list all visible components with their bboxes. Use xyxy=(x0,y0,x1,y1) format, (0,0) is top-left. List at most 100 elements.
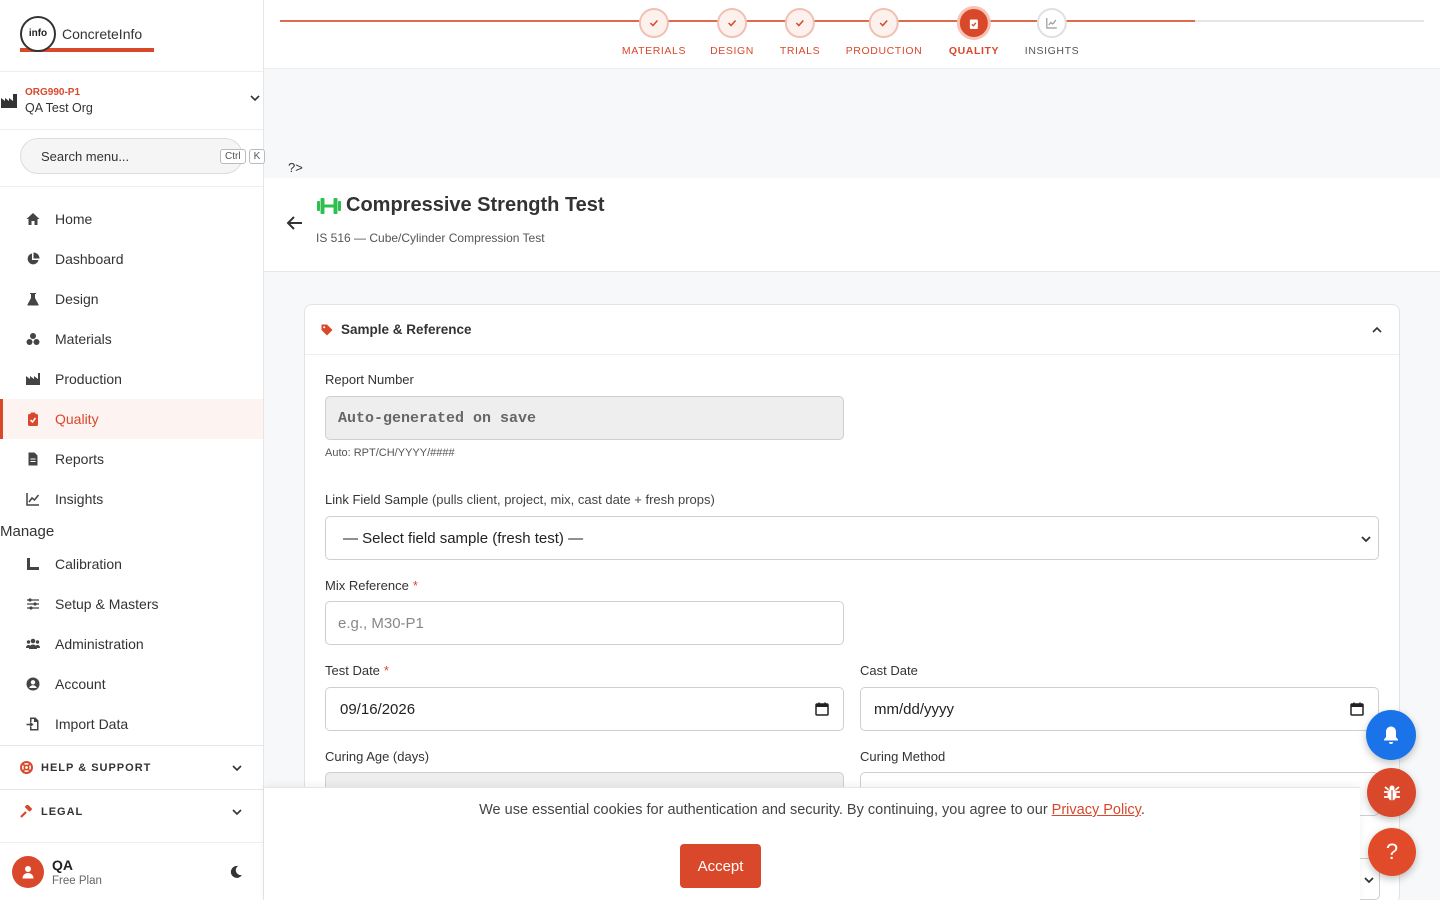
pie-chart-icon xyxy=(27,252,40,265)
chevron-down-icon xyxy=(232,765,242,772)
nav-item-account[interactable]: Account xyxy=(0,664,263,704)
sliders-icon xyxy=(27,598,39,610)
page-title: Compressive Strength Test xyxy=(316,194,605,217)
step-insights[interactable]: INSIGHTS xyxy=(1025,8,1079,57)
mix-reference-label: Mix Reference * xyxy=(325,578,418,593)
notifications-button[interactable] xyxy=(1366,710,1416,760)
boxes-icon xyxy=(26,333,40,345)
link-sample-label: Link Field Sample (pulls client, project… xyxy=(325,492,715,507)
cast-date-input[interactable]: mm/dd/yyyy xyxy=(860,687,1379,731)
back-arrow-icon[interactable] xyxy=(286,214,304,232)
report-number-field: Auto-generated on save xyxy=(325,396,844,440)
nav-item-setup-masters[interactable]: Setup & Masters xyxy=(0,584,263,624)
link-sample-hint: (pulls client, project, mix, cast date +… xyxy=(431,492,715,507)
step-trials[interactable]: TRIALS xyxy=(780,8,820,57)
step-design[interactable]: DESIGN xyxy=(710,8,754,57)
shortcut-key: K xyxy=(248,148,266,164)
sample-reference-header[interactable]: Sample & Reference xyxy=(305,305,1399,355)
help-support-label: HELP & SUPPORT xyxy=(41,761,152,774)
org-switcher[interactable]: ORG990-P1 QA Test Org xyxy=(0,72,263,130)
step-label: QUALITY xyxy=(948,45,1000,57)
page-title-text: Compressive Strength Test xyxy=(346,194,605,216)
avatar xyxy=(12,855,44,888)
cookie-message: We use essential cookies for authenticat… xyxy=(479,802,1052,818)
check-icon xyxy=(785,8,815,38)
check-icon xyxy=(869,8,899,38)
lifebuoy-icon xyxy=(20,761,33,774)
sidebar: info ConcreteInfo ORG990-P1 QA Test Org … xyxy=(0,0,266,900)
nav-label: Account xyxy=(55,676,106,692)
check-icon xyxy=(638,8,669,38)
user-icon xyxy=(22,865,34,878)
nav-item-design[interactable]: Design xyxy=(0,279,263,319)
nav-item-quality[interactable]: Quality xyxy=(0,399,263,439)
test-date-input[interactable]: 09/16/2026 xyxy=(325,687,844,731)
step-quality[interactable]: QUALITY xyxy=(948,6,1000,57)
page-header: Compressive Strength Test IS 516 — Cube/… xyxy=(264,178,1440,272)
user-name: QA xyxy=(52,856,73,873)
search-input[interactable] xyxy=(41,148,217,164)
users-icon xyxy=(26,638,40,649)
accept-cookies-button[interactable]: Accept xyxy=(680,844,761,888)
report-number-label: Report Number xyxy=(325,372,414,387)
nav-label: Insights xyxy=(55,491,104,507)
page-subtitle: IS 516 — Cube/Cylinder Compression Test xyxy=(316,231,545,245)
nav-item-dashboard[interactable]: Dashboard xyxy=(0,239,263,279)
test-date-value: 09/16/2026 xyxy=(340,700,416,718)
privacy-policy-link[interactable]: Privacy Policy xyxy=(1052,802,1141,818)
step-production[interactable]: PRODUCTION xyxy=(846,8,923,57)
gavel-icon xyxy=(20,805,32,818)
user-plan: Free Plan xyxy=(52,874,102,887)
check-icon xyxy=(716,8,747,38)
nav-label: Home xyxy=(55,211,93,227)
logo-mark: info xyxy=(20,15,56,52)
mix-reference-input[interactable]: e.g., M30-P1 xyxy=(325,601,844,645)
search-menu[interactable]: Ctrl K xyxy=(20,138,266,174)
chevron-up-icon[interactable] xyxy=(1371,324,1383,336)
nav-item-production[interactable]: Production xyxy=(0,359,263,399)
flask-icon xyxy=(27,293,39,306)
user-circle-icon xyxy=(26,677,40,691)
nav-item-administration[interactable]: Administration xyxy=(0,624,263,664)
nav-label: Administration xyxy=(55,636,144,652)
nav-item-materials[interactable]: Materials xyxy=(0,319,263,359)
nav-item-reports[interactable]: Reports xyxy=(0,439,263,479)
nav-item-calibration[interactable]: Calibration xyxy=(0,544,263,584)
report-bug-button[interactable] xyxy=(1367,768,1416,817)
line-chart-icon xyxy=(26,493,40,506)
test-date-label-text: Test Date xyxy=(325,663,380,678)
step-label: INSIGHTS xyxy=(1024,45,1080,57)
chevron-down-icon xyxy=(1361,536,1371,543)
step-materials[interactable]: MATERIALS xyxy=(622,8,686,57)
nav-item-import-data[interactable]: Import Data xyxy=(0,704,263,744)
user-profile[interactable]: QA Free Plan xyxy=(0,842,263,900)
help-button[interactable]: ? xyxy=(1368,828,1416,876)
required-mark: * xyxy=(412,578,418,593)
calendar-icon[interactable] xyxy=(815,702,829,716)
home-icon xyxy=(26,213,40,225)
org-name: QA Test Org xyxy=(25,100,93,115)
nav-label: Quality xyxy=(55,411,99,427)
cookie-text: We use essential cookies for authenticat… xyxy=(264,802,1360,818)
field-sample-select[interactable]: — Select field sample (fresh test) — xyxy=(325,516,1379,560)
legal-label: LEGAL xyxy=(41,805,84,818)
nav-item-insights[interactable]: Insights xyxy=(0,479,263,519)
legal-toggle[interactable]: LEGAL xyxy=(0,789,263,833)
moon-icon[interactable] xyxy=(229,865,243,879)
report-number-hint: Auto: RPT/CH/YYYY/#### xyxy=(325,447,455,459)
ruler-icon xyxy=(27,558,39,570)
nav-label: Materials xyxy=(55,331,112,347)
section-title: Sample & Reference xyxy=(341,322,472,337)
manage-heading: Manage xyxy=(0,523,55,540)
nav-item-home[interactable]: Home xyxy=(0,199,263,239)
help-support-toggle[interactable]: HELP & SUPPORT xyxy=(0,745,263,789)
clipboard-check-icon xyxy=(28,412,38,426)
logo[interactable]: info ConcreteInfo xyxy=(0,0,263,72)
calendar-icon[interactable] xyxy=(1350,702,1364,716)
link-sample-label-text: Link Field Sample xyxy=(325,492,429,507)
curing-age-label: Curing Age (days) xyxy=(325,749,430,764)
chevron-down-icon xyxy=(232,809,242,816)
dumbbell-icon xyxy=(317,197,341,214)
bell-icon xyxy=(1384,726,1398,744)
file-icon xyxy=(28,452,38,466)
